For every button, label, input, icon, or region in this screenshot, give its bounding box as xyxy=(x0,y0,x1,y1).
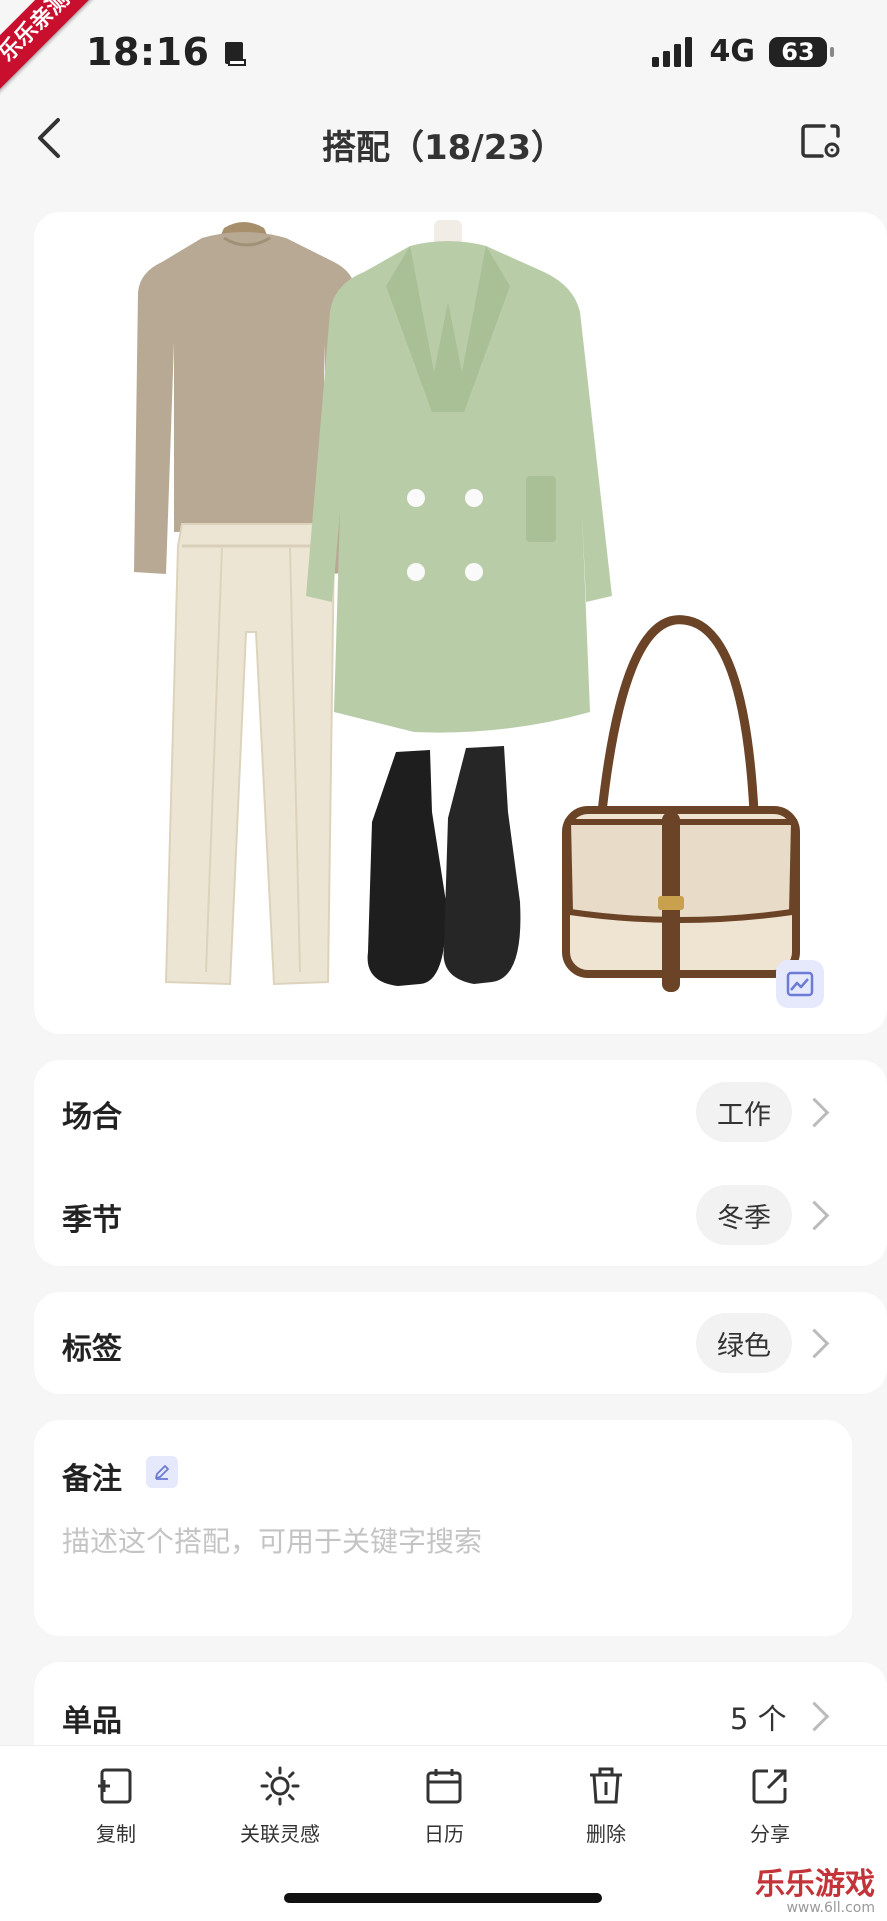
outfit-preview-card[interactable] xyxy=(34,212,887,1034)
occasion-row[interactable]: 场合 工作 xyxy=(34,1060,887,1163)
settings-frame-icon xyxy=(801,124,840,158)
notes-edit-button[interactable] xyxy=(146,1456,178,1488)
tags-label: 标签 xyxy=(62,1332,122,1367)
trash-icon xyxy=(590,1767,622,1804)
battery-icon: 63 xyxy=(769,36,834,67)
network-label: 4G xyxy=(709,34,756,69)
handbag-image xyxy=(562,615,800,992)
tags-card[interactable]: 标签 绿色 xyxy=(34,1292,887,1394)
calendar-label: 日历 xyxy=(424,1822,464,1846)
occasion-label: 场合 xyxy=(62,1100,122,1135)
season-value: 冬季 xyxy=(696,1185,792,1245)
share-icon xyxy=(752,1769,787,1804)
copy-button[interactable]: 复制 xyxy=(46,1766,186,1847)
items-count: 5 个 xyxy=(730,1702,787,1736)
sun-icon xyxy=(260,1766,300,1806)
image-edit-icon xyxy=(786,971,814,997)
copy-icon xyxy=(98,1768,132,1804)
edit-image-button[interactable] xyxy=(776,960,824,1008)
items-label: 单品 xyxy=(62,1704,122,1739)
chevron-right-icon xyxy=(799,1097,830,1128)
chevron-right-icon xyxy=(799,1328,830,1359)
related-inspiration-label: 关联灵感 xyxy=(240,1822,320,1846)
book-icon xyxy=(225,42,247,66)
copy-label: 复制 xyxy=(96,1822,136,1846)
signal-icon xyxy=(651,36,692,67)
notes-input[interactable]: 描述这个搭配，可用于关键字搜索 xyxy=(62,1520,822,1560)
tags-value: 绿色 xyxy=(696,1313,792,1373)
calendar-icon xyxy=(426,1769,462,1804)
outfit-collage xyxy=(134,220,800,992)
home-indicator[interactable] xyxy=(284,1893,602,1903)
delete-button[interactable]: 删除 xyxy=(536,1766,676,1847)
share-button[interactable]: 分享 xyxy=(700,1766,840,1847)
notes-card: 备注 描述这个搭配，可用于关键字搜索 xyxy=(34,1420,852,1636)
status-right: 4G 63 xyxy=(651,34,834,69)
status-time: 18:16 xyxy=(86,30,247,74)
pencil-icon xyxy=(155,1465,169,1480)
season-label: 季节 xyxy=(62,1203,122,1238)
coat-image xyxy=(306,220,612,733)
related-inspiration-button[interactable]: 关联灵感 xyxy=(210,1766,350,1847)
calendar-button[interactable]: 日历 xyxy=(374,1766,514,1847)
season-row[interactable]: 季节 冬季 xyxy=(34,1163,887,1266)
share-label: 分享 xyxy=(750,1822,790,1846)
notes-label: 备注 xyxy=(62,1462,122,1497)
edit-settings-button[interactable] xyxy=(800,122,842,164)
chevron-right-icon xyxy=(799,1200,830,1231)
delete-label: 删除 xyxy=(586,1822,626,1846)
boots-image xyxy=(367,746,521,986)
occasion-value: 工作 xyxy=(696,1082,792,1142)
attributes-card: 场合 工作 季节 冬季 xyxy=(34,1060,887,1266)
page-title: 搭配（18/23） xyxy=(321,128,566,168)
site-watermark: 乐乐游戏 www.6ll.com xyxy=(755,1867,875,1917)
chevron-right-icon xyxy=(799,1701,830,1732)
